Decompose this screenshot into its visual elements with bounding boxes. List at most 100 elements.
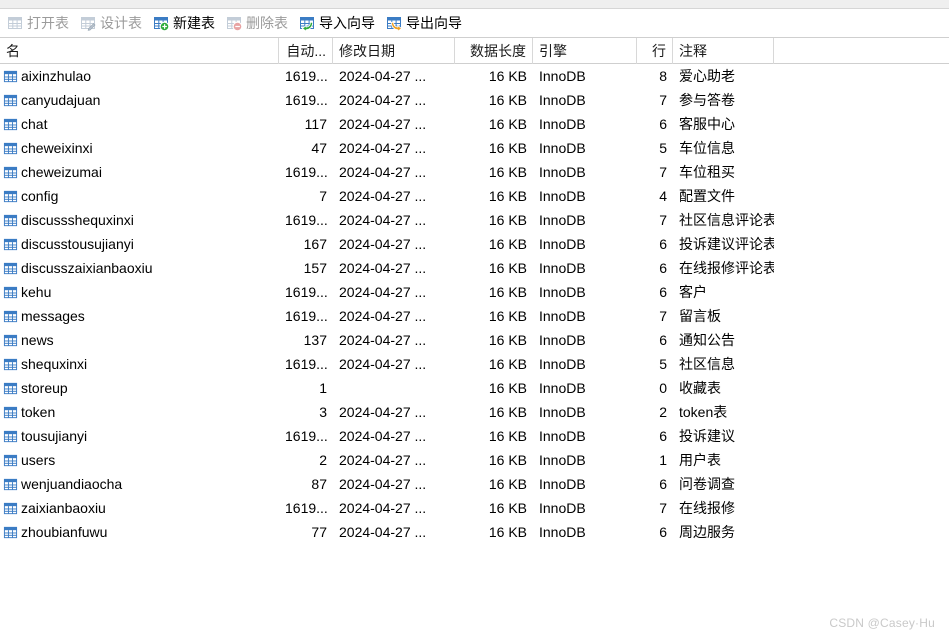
table-icon (3, 333, 18, 348)
cell-length: 16 KB (488, 212, 527, 228)
new-table-icon (153, 15, 169, 31)
cell-auto: 1619... (285, 164, 328, 180)
column-header-name[interactable]: 名 (0, 37, 279, 64)
toolbar-design-table-button[interactable]: 设计表 (77, 11, 149, 35)
cell-comment: 通知公告 (679, 332, 735, 348)
cell-auto: 137 (303, 332, 327, 348)
table-row[interactable]: token 3 2024-04-27 ... 16 KB InnoDB 2 token表 (0, 400, 949, 424)
table-name-label: aixinzhulao (21, 68, 92, 84)
column-header-length[interactable]: 数据长度 (455, 37, 533, 64)
cell-date: 2024-04-27 ... (339, 140, 427, 156)
row-tail-cell (774, 472, 930, 496)
cell-rows: 7 (659, 92, 667, 108)
table-row[interactable]: tousujianyi 1619... 2024-04-27 ... 16 KB Inn… (0, 424, 949, 448)
column-header-auto[interactable]: 自动... (279, 37, 333, 64)
table-name-cell: tousujianyi (0, 424, 279, 448)
table-icon (3, 237, 18, 252)
toolbar-open-table-button[interactable]: 打开表 (4, 11, 76, 35)
cell-comment: 社区信息评论表 (679, 212, 774, 228)
table-name-label: tousujianyi (21, 428, 88, 444)
table-row[interactable]: wenjuandiaocha 87 2024-04-27 ... 16 KB InnoD… (0, 472, 949, 496)
cell-date: 2024-04-27 ... (339, 332, 427, 348)
toolbar-import-wizard-button[interactable]: 导入向导 (296, 11, 382, 35)
table-name-label: users (21, 452, 56, 468)
cell-comment: 社区信息 (679, 356, 735, 372)
cell-engine: InnoDB (539, 236, 586, 252)
table-row[interactable]: canyudajuan 1619... 2024-04-27 ... 16 KB Inn… (0, 88, 949, 112)
table-name-cell: kehu (0, 280, 279, 304)
cell-rows: 6 (659, 284, 667, 300)
row-tail-cell (774, 208, 930, 232)
table-row[interactable]: shequxinxi 1619... 2024-04-27 ... 16 KB Inno… (0, 352, 949, 376)
toolbar-button-label: 打开表 (27, 15, 69, 31)
table-row[interactable]: zaixianbaoxiu 1619... 2024-04-27 ... 16 KB I… (0, 496, 949, 520)
column-header-rows[interactable]: 行 (637, 37, 673, 64)
toolbar-new-table-button[interactable]: 新建表 (150, 11, 222, 35)
cell-auto: 1619... (285, 212, 328, 228)
toolbar-delete-table-button[interactable]: 删除表 (223, 11, 295, 35)
cell-comment: 客服中心 (679, 116, 735, 132)
cell-length: 16 KB (488, 308, 527, 324)
cell-comment: 客户 (679, 284, 707, 300)
table-row[interactable]: cheweixinxi 47 2024-04-27 ... 16 KB InnoDB 5 车… (0, 136, 949, 160)
table-icon (3, 453, 18, 468)
cell-rows: 1 (659, 452, 667, 468)
table-icon (3, 429, 18, 444)
column-header-date[interactable]: 修改日期 (333, 37, 455, 64)
table-name-label: chat (21, 116, 48, 132)
toolbar-button-label: 设计表 (100, 15, 142, 31)
table-row[interactable]: config 7 2024-04-27 ... 16 KB InnoDB 4 配置文件 (0, 184, 949, 208)
column-header-engine[interactable]: 引擎 (533, 37, 637, 64)
table-icon (3, 165, 18, 180)
row-tail-cell (774, 496, 930, 520)
table-row[interactable]: kehu 1619... 2024-04-27 ... 16 KB InnoDB 6 客户 (0, 280, 949, 304)
table-icon (3, 381, 18, 396)
grid-body: aixinzhulao 1619... 2024-04-27 ... 16 KB Inn… (0, 64, 949, 544)
cell-length: 16 KB (488, 140, 527, 156)
table-row[interactable]: storeup 1 16 KB InnoDB 0 收藏表 (0, 376, 949, 400)
table-row[interactable]: news 137 2024-04-27 ... 16 KB InnoDB 6 通知公告 (0, 328, 949, 352)
cell-engine: InnoDB (539, 452, 586, 468)
row-tail-cell (774, 520, 930, 544)
table-row[interactable]: messages 1619... 2024-04-27 ... 16 KB InnoDB… (0, 304, 949, 328)
cell-auto: 1619... (285, 428, 328, 444)
row-tail-cell (774, 400, 930, 424)
column-header-comment[interactable]: 注释 (673, 37, 774, 64)
cell-date: 2024-04-27 ... (339, 428, 427, 444)
cell-engine: InnoDB (539, 404, 586, 420)
cell-engine: InnoDB (539, 284, 586, 300)
table-row[interactable]: discussshequxinxi 1619... 2024-04-27 ... 16… (0, 208, 949, 232)
table-name-cell: token (0, 400, 279, 424)
table-row[interactable]: discusszaixianbaoxiu 157 2024-04-27 ... 16 … (0, 256, 949, 280)
cell-comment: 爱心助老 (679, 68, 735, 84)
column-header-tail[interactable] (774, 38, 930, 64)
cell-date: 2024-04-27 ... (339, 260, 427, 276)
table-name-cell: zaixianbaoxiu (0, 496, 279, 520)
table-name-label: storeup (21, 380, 68, 396)
cell-engine: InnoDB (539, 308, 586, 324)
row-tail-cell (774, 376, 930, 400)
toolbar-export-wizard-button[interactable]: 导出向导 (383, 11, 469, 35)
row-tail-cell (774, 256, 930, 280)
row-tail-cell (774, 232, 930, 256)
cell-length: 16 KB (488, 380, 527, 396)
table-row[interactable]: chat 117 2024-04-27 ... 16 KB InnoDB 6 客服中心 (0, 112, 949, 136)
table-icon (3, 501, 18, 516)
table-row[interactable]: users 2 2024-04-27 ... 16 KB InnoDB 1 用户表 (0, 448, 949, 472)
cell-date: 2024-04-27 ... (339, 68, 427, 84)
table-row[interactable]: zhoubianfuwu 77 2024-04-27 ... 16 KB InnoDB 6… (0, 520, 949, 544)
table-row[interactable]: aixinzhulao 1619... 2024-04-27 ... 16 KB Inn… (0, 64, 949, 88)
cell-engine: InnoDB (539, 92, 586, 108)
table-row[interactable]: discusstousujianyi 167 2024-04-27 ... 16 KB… (0, 232, 949, 256)
cell-rows: 2 (659, 404, 667, 420)
cell-length: 16 KB (488, 68, 527, 84)
table-row[interactable]: cheweizumai 1619... 2024-04-27 ... 16 KB Inn… (0, 160, 949, 184)
table-name-cell: storeup (0, 376, 279, 400)
table-name-label: zhoubianfuwu (21, 524, 108, 540)
cell-comment: 用户表 (679, 452, 721, 468)
cell-date: 2024-04-27 ... (339, 356, 427, 372)
cell-engine: InnoDB (539, 500, 586, 516)
table-name-cell: zhoubianfuwu (0, 520, 279, 544)
table-icon (3, 525, 18, 540)
cell-auto: 7 (319, 188, 327, 204)
